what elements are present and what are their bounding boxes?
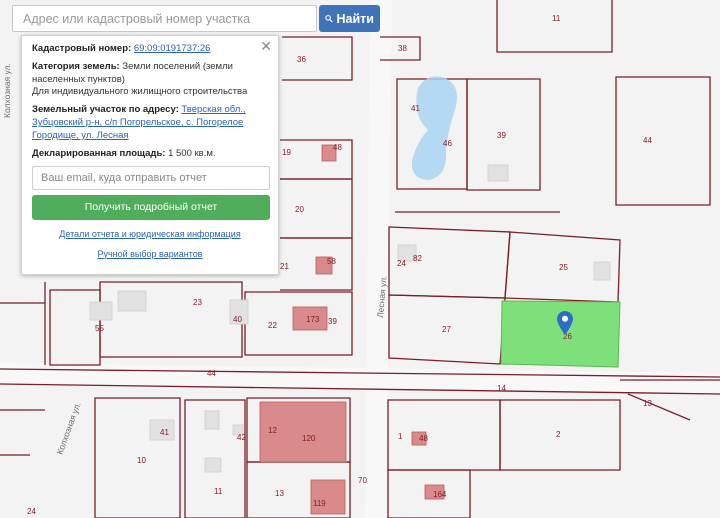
usage-value: Для индивидуального жилищного строительс… (32, 86, 248, 98)
plot-number: 12 (268, 426, 277, 435)
category-label: Категория земель: (32, 60, 120, 72)
search-box (12, 5, 317, 32)
plot-number: 11 (552, 14, 561, 23)
search-button-label: Найти (336, 11, 374, 26)
plot-number: 13 (643, 399, 652, 408)
get-report-button[interactable]: Получить подробный отчет (32, 194, 270, 220)
manual-select-link[interactable]: Ручной выбор вариантов (97, 249, 202, 259)
area-label: Декларированная площадь: (32, 147, 166, 159)
plot-number: 14 (497, 384, 506, 393)
plot-number: 44 (643, 136, 652, 145)
plot-number: 42 (237, 433, 246, 442)
location-pin-icon[interactable] (557, 311, 573, 335)
plot-number: 82 (413, 254, 422, 263)
plot-number: 41 (160, 428, 169, 437)
plot-number: 25 (559, 263, 568, 272)
details-link-row: Детали отчета и юридическая информация (32, 228, 268, 240)
plot-number: 19 (282, 148, 291, 157)
plot-number: 20 (295, 205, 304, 214)
search-input[interactable] (13, 6, 316, 31)
plot-number: 21 (280, 262, 289, 271)
address-row: Земельный участок по адресу: Тверская об… (32, 104, 268, 142)
area-row: Декларированная площадь: 1 500 кв.м. (32, 148, 268, 161)
plot-number: 39 (497, 131, 506, 140)
category-row: Категория земель: Земли поселений (земли… (32, 61, 268, 99)
plot-number: 48 (333, 143, 342, 152)
plot-info-popup: ✕ Кадастровый номер: 69:09:0191737:26 Ка… (21, 35, 279, 275)
plot-number: 24 (27, 507, 36, 516)
plot-number: 120 (302, 434, 316, 443)
plot-number: 55 (95, 324, 104, 333)
search-icon (325, 15, 333, 23)
plot-number: 22 (268, 321, 277, 330)
email-field[interactable] (32, 165, 270, 190)
street-label: Колхозная ул. (2, 63, 12, 118)
plot-number: 24 (397, 259, 406, 268)
plot-number: 48 (419, 434, 428, 443)
plot-number: 13 (275, 489, 284, 498)
plot-number: 23 (193, 298, 202, 307)
cadastral-label: Кадастровый номер: (32, 43, 132, 54)
search-button[interactable]: Найти (319, 5, 380, 32)
plot-number: 36 (297, 55, 306, 64)
manual-link-row: Ручной выбор вариантов (32, 248, 268, 260)
plot-number: 39 (328, 317, 337, 326)
plot-number: 173 (306, 315, 320, 324)
close-icon[interactable]: ✕ (260, 39, 272, 53)
cadastral-number-link[interactable]: 69:09:0191737:26 (134, 43, 211, 54)
plot-number: 1 (398, 432, 403, 441)
plot-number: 40 (233, 315, 242, 324)
plot-number: 38 (398, 44, 407, 53)
plot-number: 27 (442, 325, 451, 334)
plot-number: 70 (358, 476, 367, 485)
plot-number: 58 (327, 257, 336, 266)
cadastral-row: Кадастровый номер: 69:09:0191737:26 (32, 43, 268, 56)
plot-number: 41 (411, 104, 420, 113)
plot-number: 119 (313, 499, 326, 508)
plot-number: 164 (433, 490, 447, 499)
plot-number: 10 (137, 456, 146, 465)
area-value: 1 500 кв.м. (168, 147, 216, 159)
plot-number: 44 (207, 369, 216, 378)
plot-number: 11 (214, 487, 223, 496)
plot-number: 46 (443, 139, 452, 148)
details-link[interactable]: Детали отчета и юридическая информация (59, 229, 240, 239)
address-label: Земельный участок по адресу: (32, 104, 179, 116)
plot-number: 2 (556, 430, 561, 439)
